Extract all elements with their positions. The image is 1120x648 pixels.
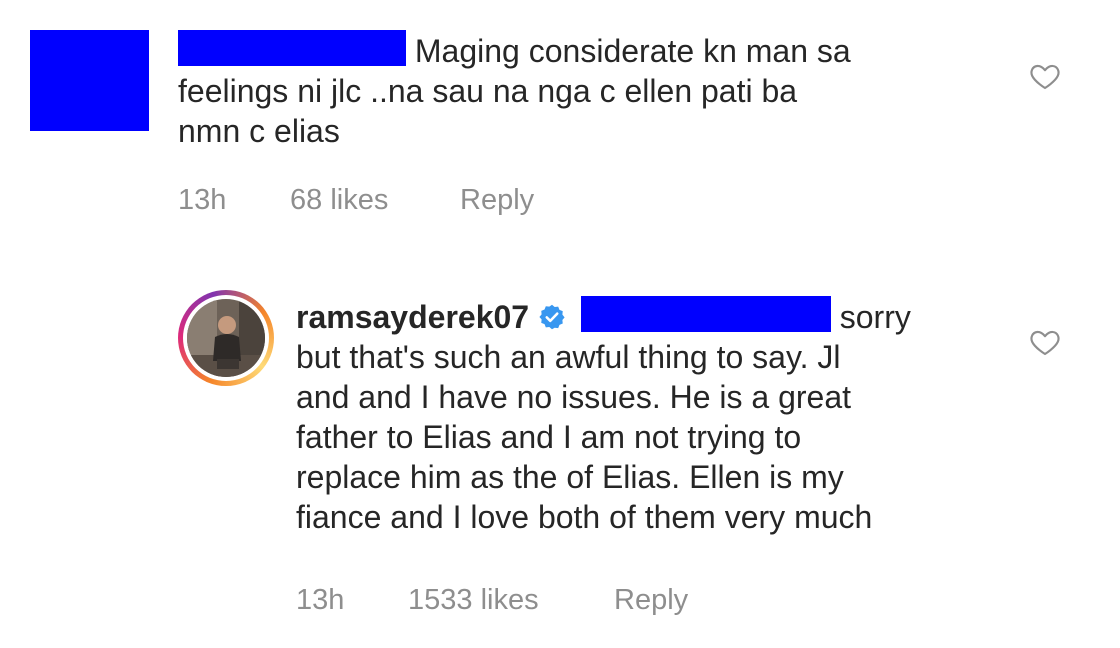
comment-text-line: but that's such an awful thing to say. J… xyxy=(296,339,841,375)
heart-outline-icon[interactable] xyxy=(1028,326,1062,358)
avatar[interactable] xyxy=(178,290,274,386)
redacted-mention xyxy=(580,296,831,332)
verified-badge-icon xyxy=(539,304,565,330)
comment-text-line: sorry xyxy=(839,299,911,335)
comment-text-line: feelings ni jlc ..na sau na nga c ellen … xyxy=(178,73,798,109)
comment-likes[interactable]: 68 likes xyxy=(290,184,460,217)
redacted-username xyxy=(178,30,406,66)
comment-meta: 13h 68 likes Reply xyxy=(178,184,534,217)
comment-text-line: fiance and I love both of them very much xyxy=(296,499,873,535)
heart-outline-icon[interactable] xyxy=(1028,60,1062,92)
comment-text-line: nmn c elias xyxy=(178,113,340,149)
comment-meta: 13h 1533 likes Reply xyxy=(296,584,688,617)
comment-time: 13h xyxy=(178,184,227,216)
comment-body: ramsayderek07 sorry but that's such an a… xyxy=(296,296,996,537)
comment-text-line: and and I have no issues. He is a great xyxy=(296,379,852,415)
comment-text-line: Maging considerate kn man sa xyxy=(414,33,851,69)
comment-body: Maging considerate kn man sa feelings ni… xyxy=(178,30,998,151)
reply-button[interactable]: Reply xyxy=(614,584,688,617)
comment-text-line: father to Elias and I am not trying to xyxy=(296,419,802,455)
comment-username[interactable]: ramsayderek07 xyxy=(296,299,529,335)
profile-photo xyxy=(187,299,265,377)
comment-time: 13h xyxy=(296,584,345,616)
comment-text-line: replace him as the of Elias. Ellen is my xyxy=(296,459,844,495)
redacted-avatar xyxy=(30,30,149,131)
reply-button[interactable]: Reply xyxy=(460,184,534,217)
comment-likes[interactable]: 1533 likes xyxy=(408,584,614,617)
